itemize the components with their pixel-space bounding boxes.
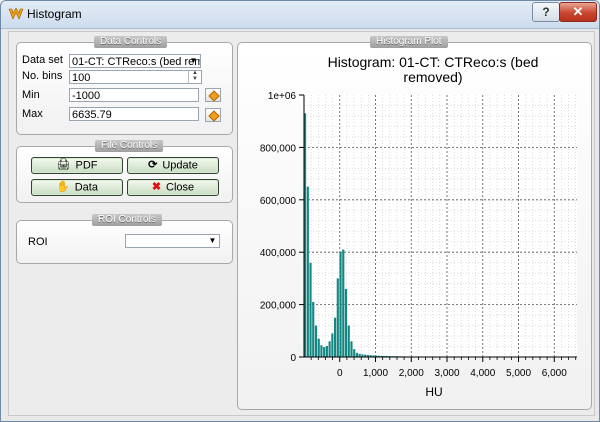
y-tick-label: 0: [290, 353, 296, 364]
histogram-chart: Histogram: 01-CT: CTReco:s (bed removed)…: [260, 54, 577, 399]
x-tick-label: 0: [337, 368, 343, 379]
x-tick-label: 4,000: [470, 368, 495, 379]
min-reset-button[interactable]: [205, 88, 221, 102]
bins-input-value: 100: [72, 72, 91, 84]
dataset-select[interactable]: 01-CT: CTReco:s (bed rem ▼: [69, 54, 201, 68]
histogram-bar: [317, 338, 320, 357]
x-tick-label: 1,000: [363, 368, 388, 379]
x-axis-label: HU: [425, 385, 442, 399]
dataset-label: Data set: [22, 54, 63, 66]
histogram-bar: [336, 278, 339, 357]
close-button[interactable]: ✖ Close: [127, 179, 219, 196]
help-button[interactable]: ?: [532, 2, 560, 22]
histogram-bar: [344, 288, 348, 357]
window-title: Histogram: [27, 7, 82, 21]
histogram-plot-group: Histogram Plot Histogram: 01-CT: CTReco:…: [237, 36, 592, 410]
y-tick-label: 600,000: [260, 196, 297, 207]
data-button[interactable]: ✋ Data: [31, 179, 123, 196]
title-bar[interactable]: Histogram ? ✕: [1, 1, 599, 29]
chart-title-line2: removed): [403, 69, 462, 85]
histogram-bar: [339, 252, 342, 357]
histogram-bar: [328, 341, 331, 357]
y-tick-labels: 0 200,000 400,000 600,000 800,000 1e+06: [260, 91, 297, 364]
window-close-button[interactable]: ✕: [559, 2, 597, 22]
histogram-bar: [312, 301, 315, 357]
data-controls-group: Data Controls Data set 01-CT: CTReco:s (…: [16, 36, 233, 135]
chevron-down-icon[interactable]: ▼: [188, 56, 199, 66]
roi-select[interactable]: ▼: [125, 234, 220, 248]
update-button[interactable]: ⟳ Update: [127, 157, 219, 174]
close-x-icon: ✖: [151, 181, 162, 193]
histogram-window: Histogram ? ✕ Data Controls Data set 01-…: [0, 0, 600, 422]
min-input[interactable]: -1000: [69, 88, 199, 102]
x-tick-labels: 0 1,000 2,000 3,000 4,000 5,000 6,000: [337, 368, 567, 379]
file-controls-title: File Controls: [95, 140, 164, 152]
chart-title-line1: Histogram: 01-CT: CTReco:s (bed: [328, 54, 539, 70]
chevron-down-icon[interactable]: ▼: [207, 236, 218, 246]
histogram-bar: [331, 333, 334, 357]
x-tick-label: 6,000: [542, 368, 567, 379]
data-button-label: Data: [74, 181, 98, 194]
histogram-bar: [334, 317, 337, 357]
max-input-value: 6635.79: [72, 109, 112, 121]
histogram-bar: [350, 341, 353, 357]
max-input[interactable]: 6635.79: [69, 107, 199, 121]
histogram-bar: [306, 186, 309, 357]
dataset-select-value: 01-CT: CTReco:s (bed rem: [72, 56, 201, 68]
y-tick-label: 800,000: [260, 143, 297, 154]
data-hand-icon: ✋: [56, 181, 70, 193]
printer-icon: 🖨: [56, 159, 71, 171]
histogram-bar: [353, 349, 356, 357]
histogram-bar: [325, 345, 328, 357]
min-input-value: -1000: [72, 90, 101, 102]
histogram-bar: [323, 347, 326, 357]
y-tick-label: 200,000: [260, 301, 297, 312]
close-button-label: Close: [166, 181, 195, 194]
y-tick-label: 1e+06: [268, 91, 297, 102]
pdf-button[interactable]: 🖨 PDF: [31, 157, 123, 174]
diamond-icon: [208, 90, 220, 102]
y-tick-label: 400,000: [260, 248, 297, 259]
roi-controls-group: ROI Controls ROI ▼: [16, 214, 233, 264]
x-tick-label: 2,000: [399, 368, 424, 379]
file-controls-group: File Controls 🖨 PDF ⟳ Update ✋ Data ✖ Close: [16, 140, 233, 203]
histogram-bar: [320, 345, 323, 357]
spin-down-icon[interactable]: ▼: [189, 76, 201, 82]
client-area: Data Controls Data set 01-CT: CTReco:s (…: [8, 31, 595, 416]
histogram-bar: [309, 262, 312, 357]
max-label: Max: [22, 108, 43, 120]
x-tick-label: 3,000: [434, 368, 459, 379]
data-controls-title: Data Controls: [94, 36, 168, 48]
histogram-bar: [314, 325, 318, 357]
app-logo-icon: [8, 7, 24, 20]
roi-controls-title: ROI Controls: [92, 214, 162, 226]
x-tick-label: 5,000: [506, 368, 531, 379]
histogram-bar: [347, 325, 350, 357]
refresh-icon: ⟳: [148, 159, 158, 171]
histogram-bar: [355, 352, 359, 357]
histogram-bar: [342, 249, 345, 357]
update-button-label: Update: [162, 159, 198, 172]
max-reset-button[interactable]: [205, 108, 221, 122]
diamond-icon: [208, 110, 220, 122]
pdf-button-label: PDF: [75, 159, 98, 172]
bins-spinner[interactable]: ▲ ▼: [188, 71, 201, 83]
bins-label: No. bins: [22, 70, 63, 82]
roi-label: ROI: [28, 236, 48, 248]
min-label: Min: [22, 89, 40, 101]
bins-input[interactable]: 100 ▲ ▼: [69, 70, 202, 84]
